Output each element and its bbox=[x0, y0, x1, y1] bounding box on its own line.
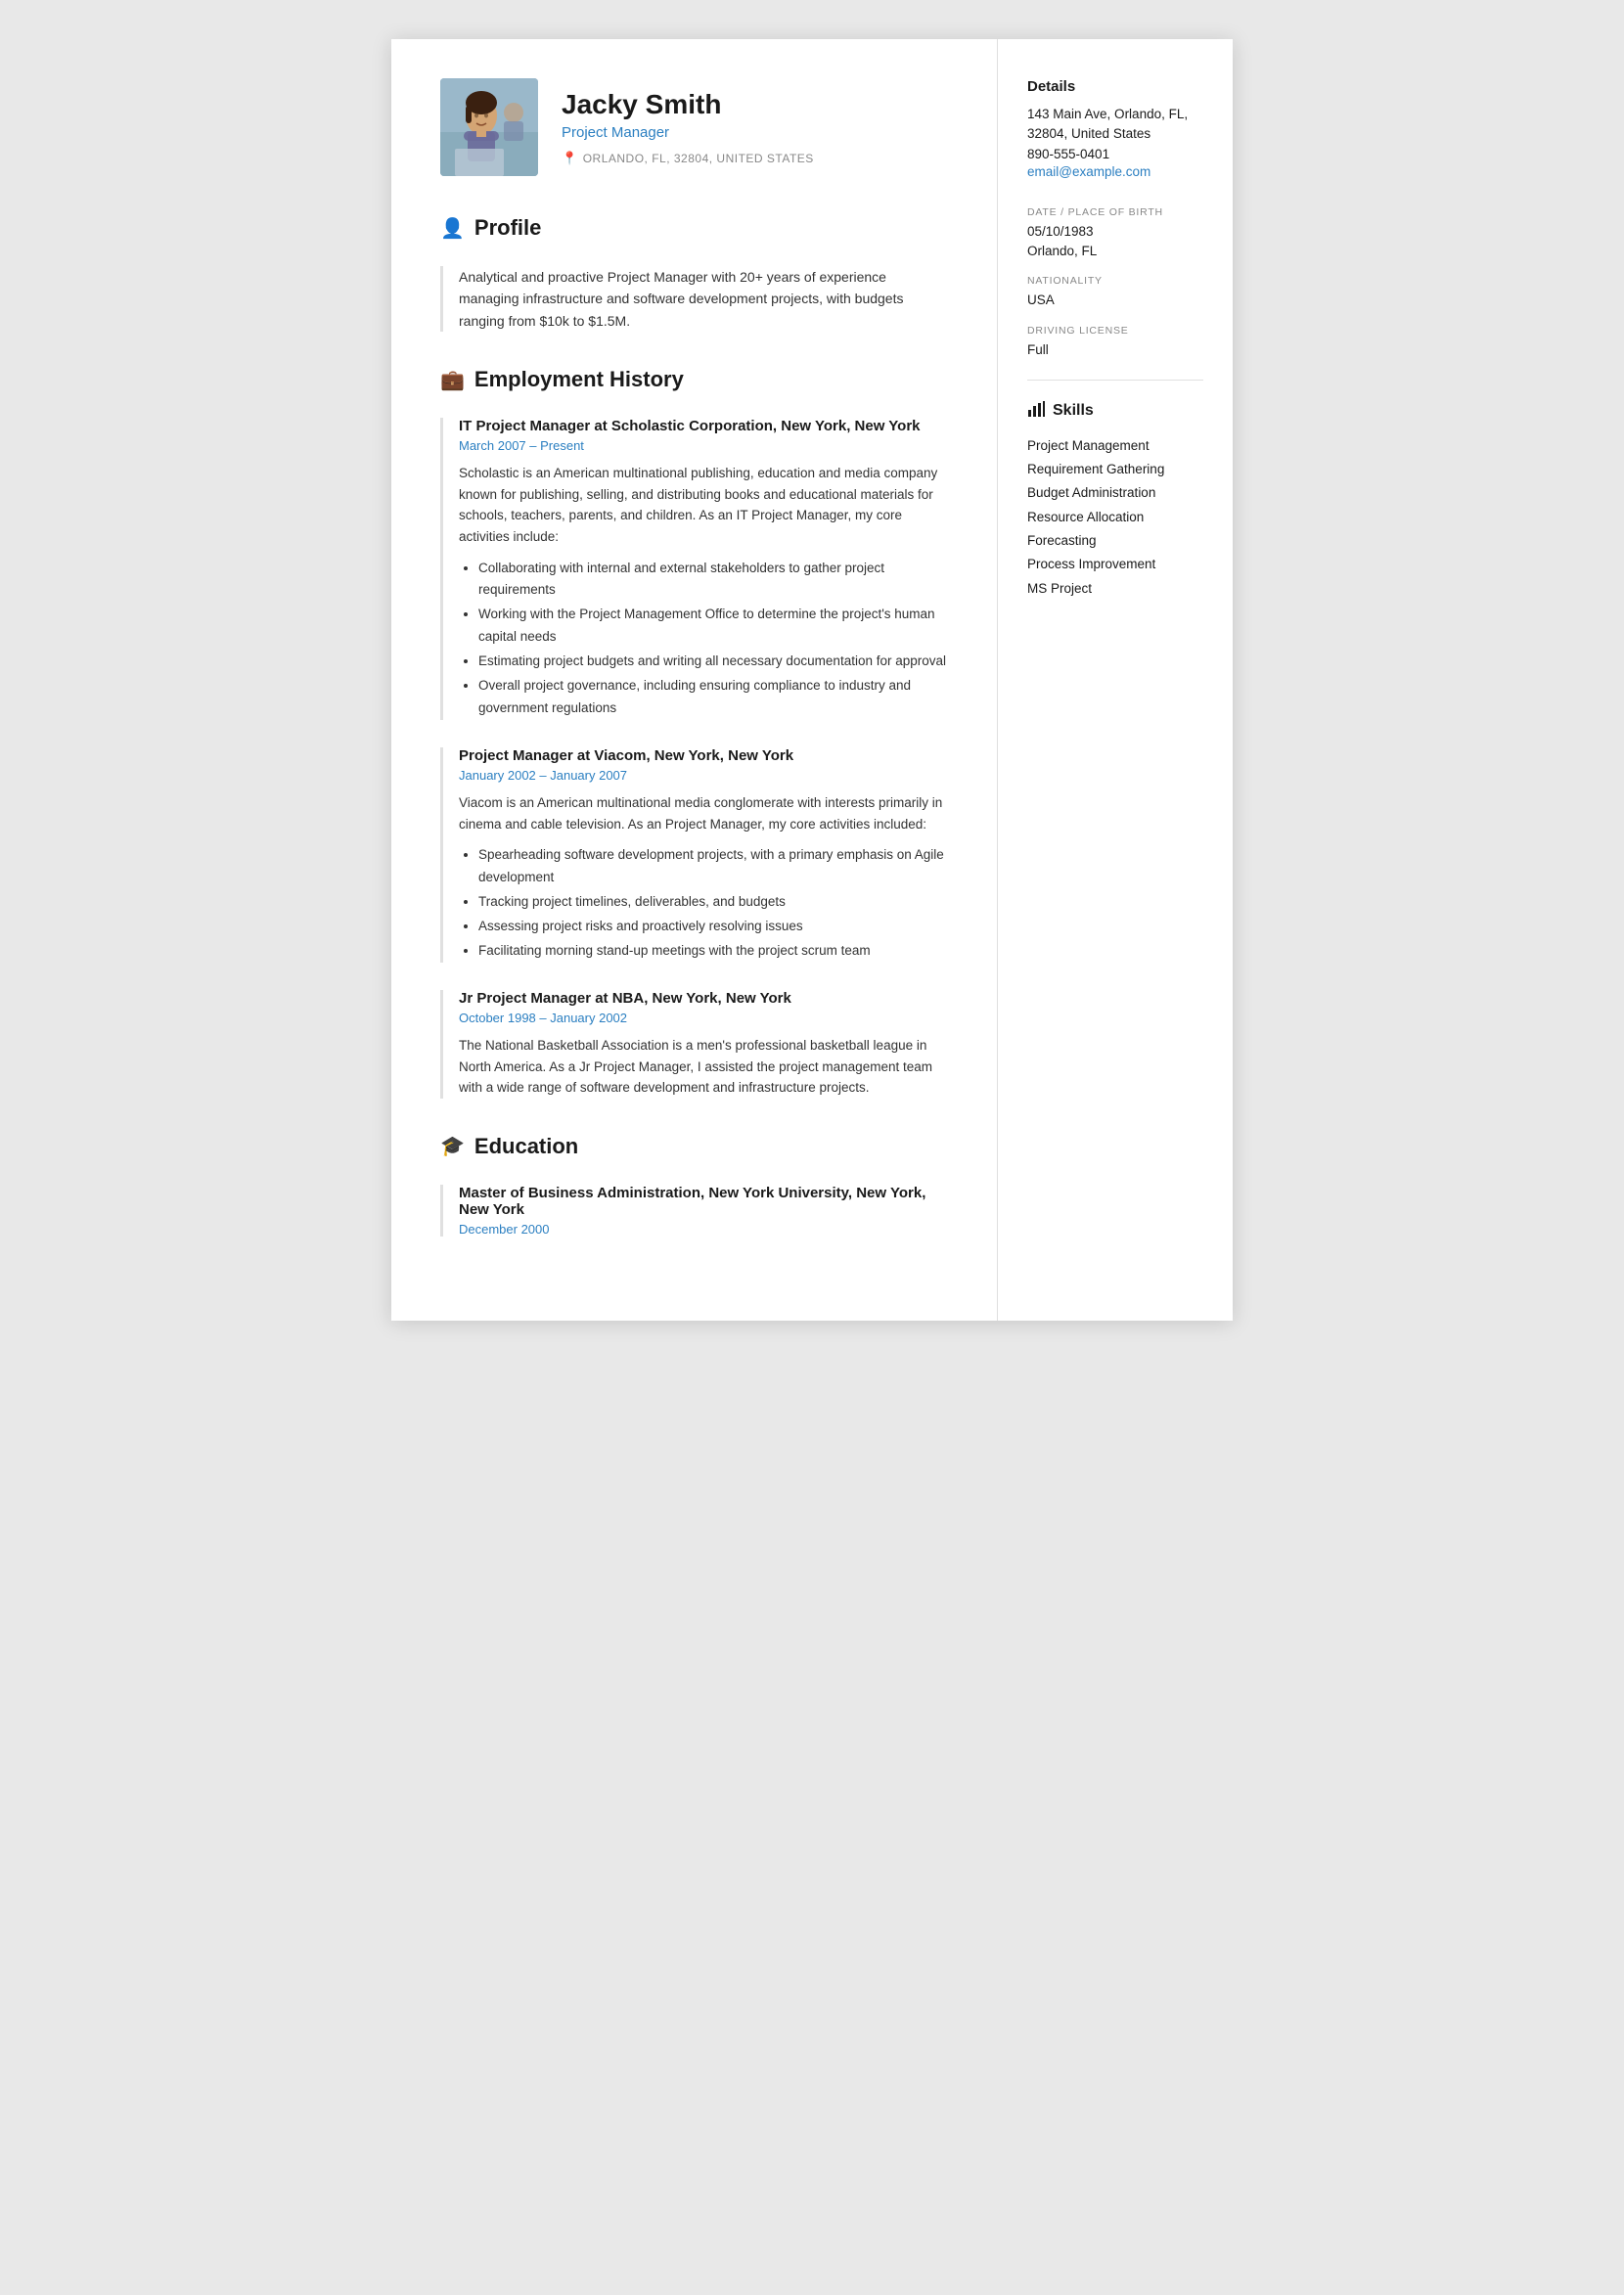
skill-1: Project Management bbox=[1027, 434, 1203, 458]
education-section-title: 🎓 Education bbox=[440, 1134, 948, 1165]
education-section: 🎓 Education Master of Business Administr… bbox=[440, 1134, 948, 1237]
employment-section-title: 💼 Employment History bbox=[440, 367, 948, 398]
avatar bbox=[440, 78, 538, 176]
candidate-name: Jacky Smith bbox=[562, 89, 948, 120]
job-dates-1: March 2007 – Present bbox=[459, 438, 948, 453]
sidebar-phone: 890-555-0401 bbox=[1027, 145, 1203, 164]
details-heading: Details bbox=[1027, 78, 1203, 95]
bullet-item: Collaborating with internal and external… bbox=[478, 558, 948, 603]
job-desc-2: Viacom is an American multinational medi… bbox=[459, 792, 948, 834]
main-column: Jacky Smith Project Manager 📍 ORLANDO, F… bbox=[391, 39, 998, 1321]
sidebar-dob: 05/10/1983 bbox=[1027, 222, 1203, 242]
bullet-item: Tracking project timelines, deliverables… bbox=[478, 891, 948, 914]
skills-section: Skills Project Management Requirement Ga… bbox=[1027, 400, 1203, 601]
skill-4: Resource Allocation bbox=[1027, 506, 1203, 529]
skill-6: Process Improvement bbox=[1027, 553, 1203, 576]
profile-text: Analytical and proactive Project Manager… bbox=[440, 266, 948, 332]
job-title-1: IT Project Manager at Scholastic Corpora… bbox=[459, 418, 948, 434]
dob-label: DATE / PLACE OF BIRTH bbox=[1027, 206, 1203, 218]
sidebar-divider bbox=[1027, 380, 1203, 381]
skill-2: Requirement Gathering bbox=[1027, 458, 1203, 481]
edu-entry-1: Master of Business Administration, New Y… bbox=[440, 1185, 948, 1237]
sidebar-nationality: USA bbox=[1027, 291, 1203, 310]
education-icon: 🎓 bbox=[440, 1134, 465, 1158]
resume-body: Jacky Smith Project Manager 📍 ORLANDO, F… bbox=[391, 39, 1233, 1321]
skills-icon bbox=[1027, 400, 1045, 423]
skill-3: Budget Administration bbox=[1027, 481, 1203, 505]
employment-section: 💼 Employment History IT Project Manager … bbox=[440, 367, 948, 1099]
job-bullets-2: Spearheading software development projec… bbox=[459, 844, 948, 963]
job-dates-3: October 1998 – January 2002 bbox=[459, 1011, 948, 1025]
job-dates-2: January 2002 – January 2007 bbox=[459, 768, 948, 783]
bullet-item: Overall project governance, including en… bbox=[478, 675, 948, 720]
edu-degree-1: Master of Business Administration, New Y… bbox=[459, 1185, 948, 1218]
sidebar-column: Details 143 Main Ave, Orlando, FL, 32804… bbox=[998, 39, 1233, 1321]
job-title-2: Project Manager at Viacom, New York, New… bbox=[459, 747, 948, 764]
sidebar-driving: Full bbox=[1027, 340, 1203, 360]
candidate-title: Project Manager bbox=[562, 124, 948, 141]
job-entry-3: Jr Project Manager at NBA, New York, New… bbox=[440, 990, 948, 1099]
job-entry-2: Project Manager at Viacom, New York, New… bbox=[440, 747, 948, 963]
job-bullets-1: Collaborating with internal and external… bbox=[459, 558, 948, 721]
bullet-item: Estimating project budgets and writing a… bbox=[478, 651, 948, 673]
profile-icon: 👤 bbox=[440, 216, 465, 241]
header-info: Jacky Smith Project Manager 📍 ORLANDO, F… bbox=[562, 89, 948, 166]
location-icon: 📍 bbox=[562, 151, 578, 166]
bullet-item: Facilitating morning stand-up meetings w… bbox=[478, 940, 948, 963]
bullet-item: Assessing project risks and proactively … bbox=[478, 916, 948, 938]
header-section: Jacky Smith Project Manager 📍 ORLANDO, F… bbox=[440, 78, 948, 176]
resume-container: Jacky Smith Project Manager 📍 ORLANDO, F… bbox=[391, 39, 1233, 1321]
sidebar-email[interactable]: email@example.com bbox=[1027, 164, 1203, 179]
edu-dates-1: December 2000 bbox=[459, 1222, 948, 1237]
profile-section: 👤 Profile Analytical and proactive Proje… bbox=[440, 215, 948, 332]
candidate-location: 📍 ORLANDO, FL, 32804, UNITED STATES bbox=[562, 151, 948, 166]
nationality-label: NATIONALITY bbox=[1027, 275, 1203, 287]
employment-icon: 💼 bbox=[440, 368, 465, 392]
profile-section-title: 👤 Profile bbox=[440, 215, 948, 247]
job-title-3: Jr Project Manager at NBA, New York, New… bbox=[459, 990, 948, 1007]
driving-label: DRIVING LICENSE bbox=[1027, 325, 1203, 337]
sidebar-address: 143 Main Ave, Orlando, FL, 32804, United… bbox=[1027, 105, 1203, 145]
job-desc-1: Scholastic is an American multinational … bbox=[459, 463, 948, 547]
details-section: Details 143 Main Ave, Orlando, FL, 32804… bbox=[1027, 78, 1203, 179]
skills-title: Skills bbox=[1027, 400, 1203, 423]
bullet-item: Spearheading software development projec… bbox=[478, 844, 948, 889]
job-desc-3: The National Basketball Association is a… bbox=[459, 1035, 948, 1099]
skill-5: Forecasting bbox=[1027, 529, 1203, 553]
bullet-item: Working with the Project Management Offi… bbox=[478, 604, 948, 649]
job-entry-1: IT Project Manager at Scholastic Corpora… bbox=[440, 418, 948, 720]
skill-7: MS Project bbox=[1027, 577, 1203, 601]
sidebar-dob-place: Orlando, FL bbox=[1027, 242, 1203, 261]
